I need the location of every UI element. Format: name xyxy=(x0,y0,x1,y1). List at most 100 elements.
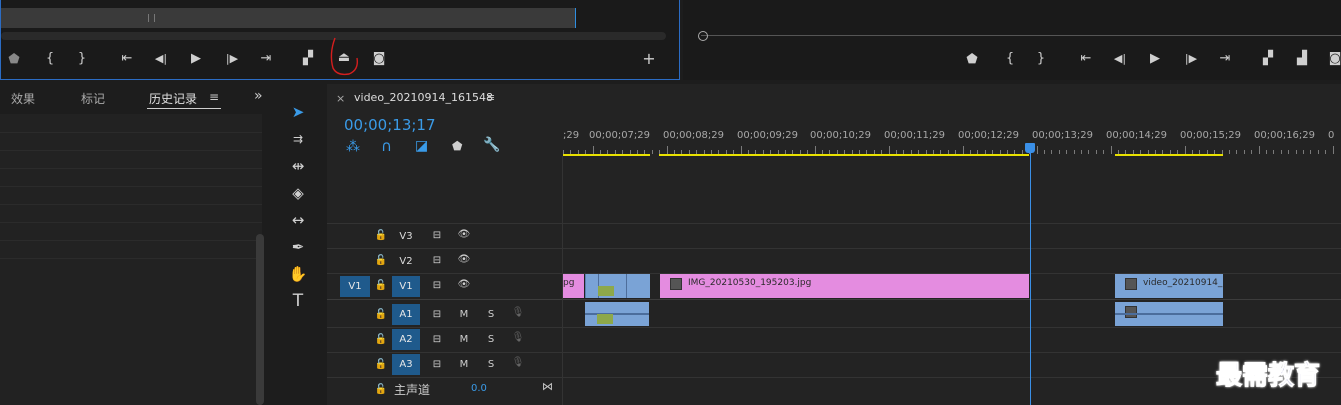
export-frame-icon[interactable]: ◙ xyxy=(1326,51,1341,67)
lock-icon[interactable]: 🔓 xyxy=(374,334,388,345)
linked-selection-icon[interactable]: ◪ xyxy=(415,138,428,154)
solo-button[interactable]: S xyxy=(484,309,498,320)
mark-in-icon[interactable]: { xyxy=(1001,51,1019,67)
play-icon[interactable]: ▶ xyxy=(187,51,205,67)
step-forward-icon[interactable]: |▶ xyxy=(223,51,241,67)
lock-icon[interactable]: 🔓 xyxy=(374,359,388,370)
list-row[interactable] xyxy=(0,222,262,241)
sync-lock-icon[interactable]: ⊟ xyxy=(430,230,444,241)
go-to-out-icon[interactable]: ⇥ xyxy=(257,51,275,67)
image-clip[interactable]: IMG_20210530_195203.jpg xyxy=(660,274,1029,298)
source-timeline-handle[interactable] xyxy=(148,14,155,22)
list-row[interactable] xyxy=(0,132,262,151)
mark-out-icon[interactable]: } xyxy=(1032,51,1050,67)
lock-icon[interactable]: 🔓 xyxy=(374,280,388,291)
lock-icon[interactable]: 🔓 xyxy=(374,230,388,241)
track-select-tool-icon[interactable]: ⇉ xyxy=(287,128,309,150)
ruler-tick xyxy=(1273,150,1275,154)
add-button-icon[interactable]: + xyxy=(640,51,658,67)
close-sequence-icon[interactable]: × xyxy=(336,92,345,105)
list-row[interactable] xyxy=(0,186,262,205)
mic-icon[interactable]: 🎙 xyxy=(511,307,525,318)
sync-lock-icon[interactable]: ⊟ xyxy=(430,255,444,266)
marker-icon[interactable]: ⬟ xyxy=(963,52,981,68)
selection-tool-icon[interactable]: ➤ xyxy=(287,101,309,123)
list-row[interactable] xyxy=(0,114,262,133)
clip-fragment[interactable]: pg xyxy=(563,274,584,298)
solo-button[interactable]: S xyxy=(484,334,498,345)
timeline-playhead-line[interactable] xyxy=(1030,152,1031,405)
ripple-edit-tool-icon[interactable]: ⇹ xyxy=(287,155,309,177)
source-timeline-bar[interactable] xyxy=(1,8,576,28)
go-to-end-icon[interactable]: ⋈ xyxy=(542,380,553,393)
tab-history[interactable]: 历史记录 xyxy=(149,90,197,107)
program-playhead-knob[interactable] xyxy=(698,31,708,41)
mark-in-icon[interactable]: { xyxy=(41,51,59,67)
track-label-v2[interactable]: V2 xyxy=(395,251,417,272)
eye-icon[interactable]: 👁 xyxy=(457,229,471,240)
tab-menu-icon[interactable]: ≡ xyxy=(209,90,219,104)
nest-toggle-icon[interactable]: ⁂ xyxy=(346,139,360,155)
sync-lock-icon[interactable]: ⊟ xyxy=(430,280,444,291)
tab-markers[interactable]: 标记 xyxy=(81,90,105,107)
lock-icon[interactable]: 🔓 xyxy=(374,309,388,320)
type-tool-icon[interactable]: T xyxy=(287,290,309,312)
snap-icon[interactable]: ∩ xyxy=(381,137,392,155)
extract-icon[interactable]: ▟ xyxy=(1293,51,1311,67)
sync-lock-icon[interactable]: ⊟ xyxy=(430,309,444,320)
add-marker-icon[interactable]: ⬟ xyxy=(452,139,462,153)
razor-tool-icon[interactable]: ◈ xyxy=(287,182,309,204)
lock-icon[interactable]: 🔓 xyxy=(374,255,388,266)
play-icon[interactable]: ▶ xyxy=(1146,51,1164,67)
mute-button[interactable]: M xyxy=(457,309,471,320)
go-to-out-icon[interactable]: ⇥ xyxy=(1216,51,1234,67)
export-frame-icon[interactable]: ◙ xyxy=(370,51,388,67)
slip-tool-icon[interactable]: ↔ xyxy=(287,209,309,231)
sequence-menu-icon[interactable]: ≡ xyxy=(486,91,495,104)
audio-clip[interactable] xyxy=(1115,302,1223,326)
track-label-a3[interactable]: A3 xyxy=(392,354,420,375)
sync-lock-icon[interactable]: ⊟ xyxy=(430,359,444,370)
mark-out-icon[interactable]: } xyxy=(73,51,91,67)
track-label-a2[interactable]: A2 xyxy=(392,329,420,350)
track-label-a1[interactable]: A1 xyxy=(392,304,420,325)
mute-button[interactable]: M xyxy=(457,334,471,345)
step-back-icon[interactable]: ◀| xyxy=(1111,51,1129,67)
list-row[interactable] xyxy=(0,240,262,259)
sync-lock-icon[interactable]: ⊟ xyxy=(430,334,444,345)
source-playhead[interactable] xyxy=(575,8,576,28)
track-label-v1[interactable]: V1 xyxy=(392,276,420,297)
wrench-icon[interactable]: 🔧 xyxy=(483,137,500,153)
list-row[interactable] xyxy=(0,168,262,187)
list-row[interactable] xyxy=(0,204,262,223)
video-clip[interactable]: video_20210914_ xyxy=(1115,274,1223,298)
lock-icon[interactable]: 🔓 xyxy=(374,384,388,395)
track-label-v3[interactable]: V3 xyxy=(395,226,417,247)
mic-icon[interactable]: 🎙 xyxy=(511,332,525,343)
step-back-icon[interactable]: ◀| xyxy=(152,51,170,67)
step-forward-icon[interactable]: |▶ xyxy=(1182,51,1200,67)
list-row[interactable] xyxy=(0,150,262,169)
marker-icon[interactable]: ⬟ xyxy=(5,52,23,68)
sequence-tab-title[interactable]: video_20210914_161548 xyxy=(354,91,493,104)
eye-icon[interactable]: 👁 xyxy=(457,254,471,265)
source-patch-v1[interactable]: V1 xyxy=(340,276,370,297)
master-volume-value[interactable]: 0.0 xyxy=(471,383,487,394)
video-clip-blue[interactable] xyxy=(585,274,650,298)
mic-icon[interactable]: 🎙 xyxy=(511,357,525,368)
go-to-in-icon[interactable]: ⇤ xyxy=(1077,51,1095,67)
eye-icon[interactable]: 👁 xyxy=(457,279,471,290)
expand-panels-icon[interactable]: » xyxy=(254,88,263,104)
insert-icon[interactable]: ▞ xyxy=(299,51,317,67)
history-scrollbar[interactable] xyxy=(256,234,264,405)
timeline-timecode[interactable]: 00;00;13;17 xyxy=(344,116,436,134)
mute-button[interactable]: M xyxy=(457,359,471,370)
audio-clip[interactable] xyxy=(585,302,649,326)
go-to-in-icon[interactable]: ⇤ xyxy=(118,51,136,67)
hand-tool-icon[interactable]: ✋ xyxy=(287,263,309,285)
program-scrubber[interactable] xyxy=(701,35,1341,36)
lift-icon[interactable]: ▞ xyxy=(1259,51,1277,67)
solo-button[interactable]: S xyxy=(484,359,498,370)
tab-effects[interactable]: 效果 xyxy=(11,90,35,107)
pen-tool-icon[interactable]: ✒ xyxy=(287,236,309,258)
